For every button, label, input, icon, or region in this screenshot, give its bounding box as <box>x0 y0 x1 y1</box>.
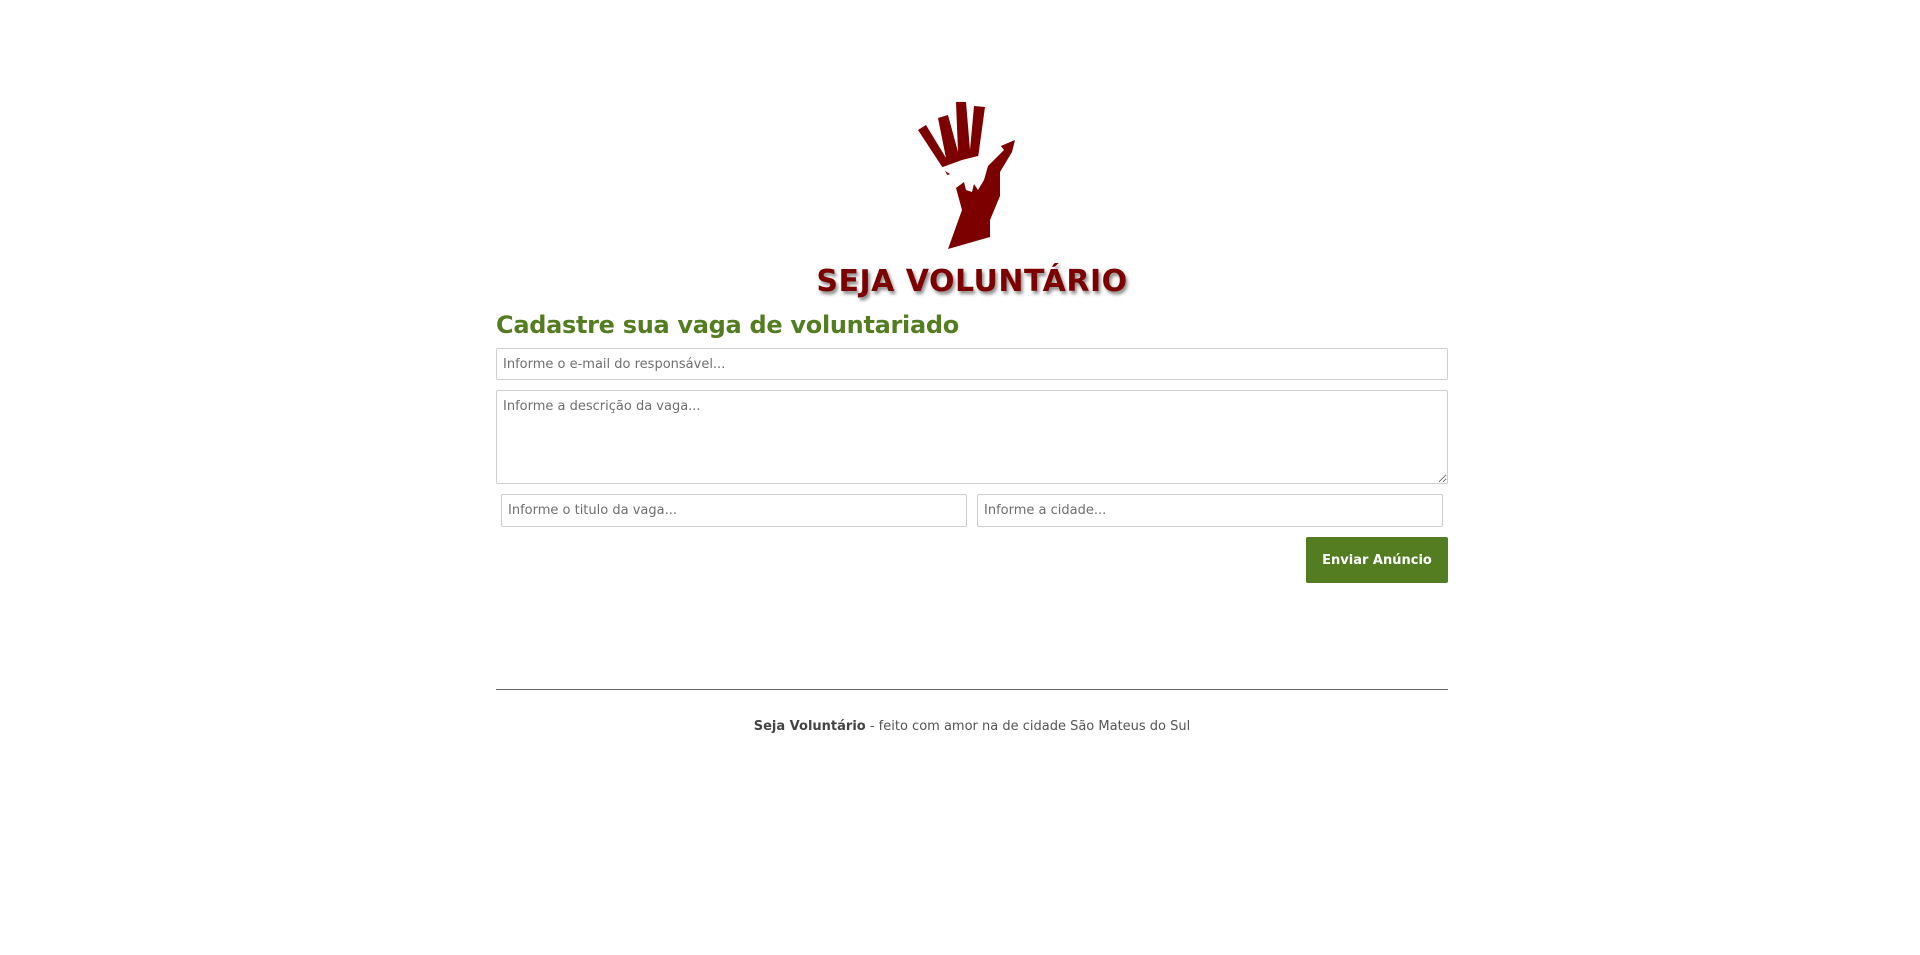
footer: Seja Voluntário - feito com amor na de c… <box>496 719 1448 734</box>
page-container: SEJA VOLUNTÁRIO Cadastre sua vaga de vol… <box>496 0 1448 955</box>
footer-divider <box>496 689 1448 690</box>
job-title-field[interactable] <box>501 494 967 527</box>
city-field[interactable] <box>977 494 1443 527</box>
submit-ad-button[interactable]: Enviar Anúncio <box>1306 537 1448 583</box>
footer-brand: Seja Voluntário <box>753 719 866 734</box>
email-field[interactable] <box>496 348 1448 380</box>
site-title: SEJA VOLUNTÁRIO <box>816 264 1128 299</box>
description-field[interactable] <box>496 390 1448 484</box>
footer-text: - feito com amor na de cidade São Mateus… <box>865 719 1191 734</box>
form-title: Cadastre sua vaga de voluntariado <box>496 311 959 339</box>
hands-icon <box>918 102 1015 249</box>
